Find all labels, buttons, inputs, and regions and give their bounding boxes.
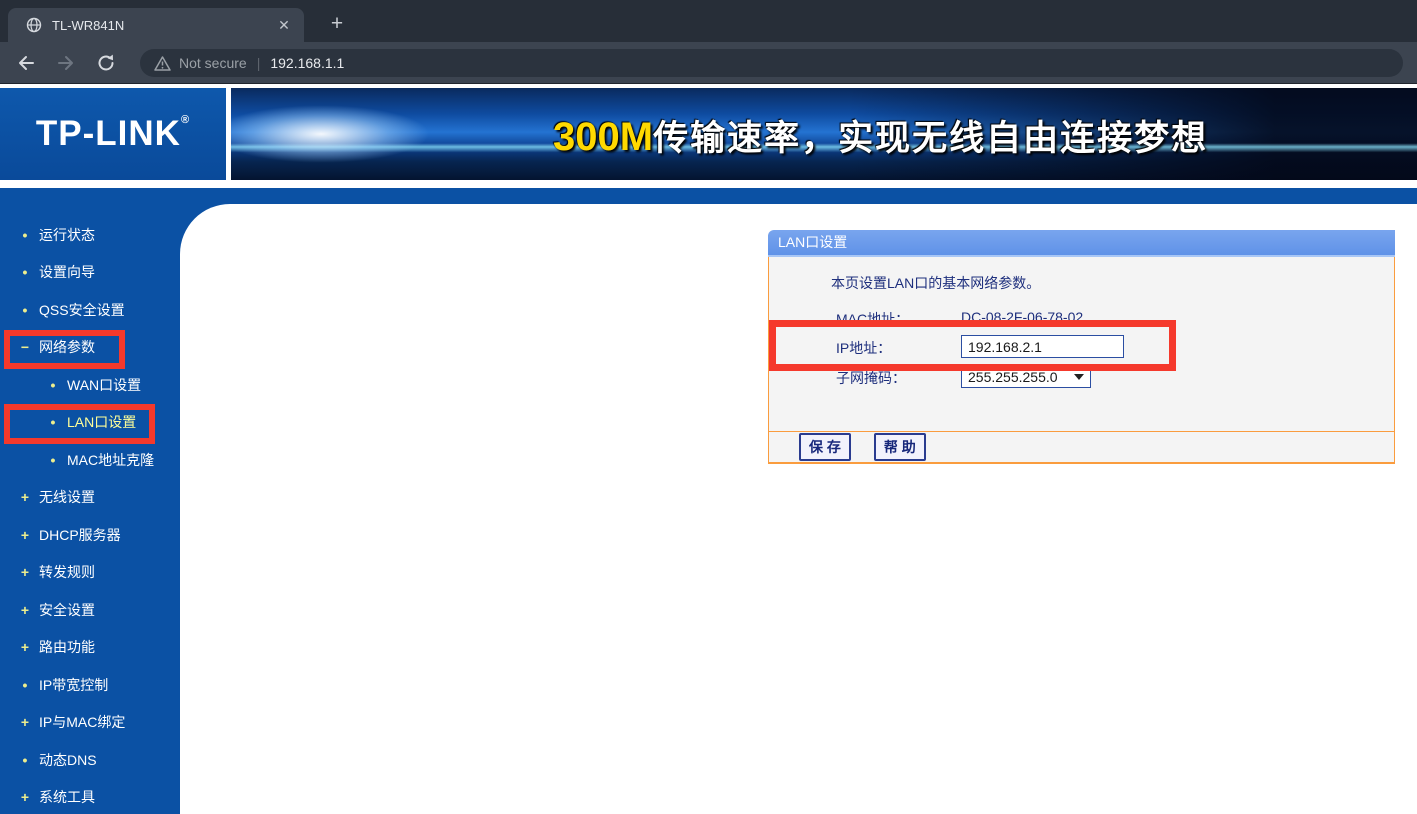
not-secure-warning-icon [154, 56, 171, 71]
forward-icon[interactable] [52, 49, 80, 77]
sidebar-item-label: 路由功能 [39, 637, 95, 657]
subnet-mask-select[interactable]: 255.255.255.0 [961, 365, 1091, 388]
sidebar-item-0[interactable]: • 运行状态 [0, 216, 180, 254]
header-divider-strip [0, 188, 1417, 204]
panel-body: 本页设置LAN口的基本网络参数。 MAC地址： DC-08-2F-06-78-0… [768, 257, 1395, 431]
bullet-icon: • [48, 414, 58, 430]
bullet-icon: • [20, 227, 30, 243]
sidebar-nav: • 运行状态 • 设置向导 • QSS安全设置 −网络参数 • WAN口设置 • LAN口设置 • MA… [0, 204, 180, 814]
sidebar-item-label: 设置向导 [39, 262, 95, 282]
subnet-mask-label: 子网掩码： [836, 368, 906, 388]
sidebar-item-label: QSS安全设置 [39, 300, 125, 320]
browser-tab[interactable]: TL-WR841N ✕ [8, 8, 304, 42]
mac-address-row: MAC地址： DC-08-2F-06-78-02 [769, 306, 1394, 330]
sidebar-item-8[interactable]: + DHCP服务器 [0, 516, 180, 554]
bullet-icon: • [20, 677, 30, 693]
sidebar-item-label: IP与MAC绑定 [39, 712, 125, 732]
new-tab-button[interactable]: + [322, 11, 352, 39]
sidebar-item-label: 无线设置 [39, 487, 95, 507]
ip-address-label: IP地址： [836, 338, 891, 358]
bullet-icon: + [20, 527, 30, 543]
bullet-icon: + [20, 489, 30, 505]
sidebar-item-label: MAC地址克隆 [67, 450, 154, 470]
bullet-icon: • [48, 377, 58, 393]
globe-favicon-icon [26, 17, 42, 33]
bullet-icon: + [20, 639, 30, 655]
help-button[interactable]: 帮 助 [874, 433, 926, 461]
bullet-icon: • [48, 452, 58, 468]
banner-speed-text: 300M [553, 115, 653, 159]
sidebar-item-1[interactable]: • 设置向导 [0, 254, 180, 292]
bullet-icon: • [20, 264, 30, 280]
sidebar-item-9[interactable]: + 转发规则 [0, 554, 180, 592]
tplink-logo: TP-LINK® [0, 88, 226, 180]
sidebar-item-7[interactable]: + 无线设置 [0, 479, 180, 517]
bullet-icon: + [20, 714, 30, 730]
sidebar-item-label: IP带宽控制 [39, 675, 108, 695]
bullet-icon: − [20, 339, 30, 355]
address-bar[interactable]: Not secure | 192.168.1.1 [140, 49, 1403, 77]
save-button[interactable]: 保 存 [799, 433, 851, 461]
bullet-icon: + [20, 789, 30, 805]
ip-address-input[interactable] [961, 335, 1124, 358]
bullet-icon: • [20, 752, 30, 768]
lan-settings-panel: LAN口设置 本页设置LAN口的基本网络参数。 MAC地址： DC-08-2F-… [768, 230, 1395, 464]
logo-registered-mark: ® [181, 114, 190, 126]
bullet-icon: + [20, 602, 30, 618]
banner-slogan: 300M传输速率，实现无线自由连接梦想 [553, 110, 1208, 161]
main-area: LAN口设置 本页设置LAN口的基本网络参数。 MAC地址： DC-08-2F-… [0, 204, 1417, 814]
sidebar-item-label: 网络参数 [39, 337, 95, 357]
url-text: 192.168.1.1 [270, 55, 344, 71]
tab-title: TL-WR841N [52, 18, 274, 33]
sidebar-item-12[interactable]: • IP带宽控制 [0, 666, 180, 704]
sidebar-item-2[interactable]: • QSS安全设置 [0, 291, 180, 329]
browser-toolbar: Not secure | 192.168.1.1 [0, 42, 1417, 84]
panel-description: 本页设置LAN口的基本网络参数。 [831, 273, 1040, 293]
panel-footer: 保 存 帮 助 [768, 431, 1395, 464]
sidebar-item-14[interactable]: • 动态DNS [0, 741, 180, 779]
bullet-icon: + [20, 564, 30, 580]
sidebar-item-label: 安全设置 [39, 600, 95, 620]
sidebar-item-13[interactable]: + IP与MAC绑定 [0, 704, 180, 742]
sidebar-item-11[interactable]: + 路由功能 [0, 629, 180, 667]
content-area: LAN口设置 本页设置LAN口的基本网络参数。 MAC地址： DC-08-2F-… [180, 204, 1417, 814]
sidebar-item-15[interactable]: + 系统工具 [0, 779, 180, 814]
subnet-mask-value: 255.255.255.0 [968, 369, 1070, 385]
panel-title: LAN口设置 [768, 230, 1395, 257]
bullet-icon: • [20, 302, 30, 318]
reload-icon[interactable] [92, 49, 120, 77]
subnet-mask-row: 子网掩码： 255.255.255.0 [769, 365, 1394, 389]
sidebar-item-5[interactable]: • LAN口设置 [0, 404, 180, 442]
sidebar-item-4[interactable]: • WAN口设置 [0, 366, 180, 404]
sidebar-item-label: 系统工具 [39, 787, 95, 807]
address-separator: | [257, 55, 261, 71]
promo-banner: 300M传输速率，实现无线自由连接梦想 [231, 88, 1417, 180]
sidebar-item-label: WAN口设置 [67, 375, 141, 395]
back-icon[interactable] [12, 49, 40, 77]
tab-close-icon[interactable]: ✕ [274, 15, 294, 35]
sidebar-item-label: LAN口设置 [67, 412, 136, 432]
sidebar-item-6[interactable]: • MAC地址克隆 [0, 441, 180, 479]
sidebar-item-3[interactable]: −网络参数 [0, 329, 180, 367]
chevron-down-icon [1074, 374, 1084, 380]
browser-tab-strip: TL-WR841N ✕ + [0, 0, 1417, 42]
sidebar-item-label: DHCP服务器 [39, 525, 121, 545]
ip-address-row: IP地址： [769, 335, 1394, 359]
screenshot-root: TL-WR841N ✕ + Not secur [0, 0, 1417, 814]
sidebar-item-10[interactable]: + 安全设置 [0, 591, 180, 629]
mac-address-value: DC-08-2F-06-78-02 [961, 309, 1083, 325]
logo-text: TP-LINK [36, 114, 181, 153]
sidebar-item-label: 动态DNS [39, 750, 97, 770]
mac-address-label: MAC地址： [836, 309, 909, 329]
sidebar-item-label: 运行状态 [39, 225, 95, 245]
sidebar-item-label: 转发规则 [39, 562, 95, 582]
not-secure-label: Not secure [179, 55, 247, 71]
